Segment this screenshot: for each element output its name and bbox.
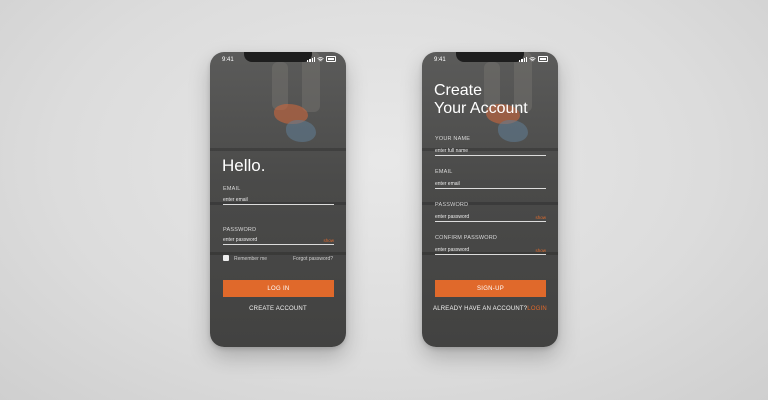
login-link[interactable]: LOGIN	[527, 306, 547, 312]
remember-me-checkbox[interactable]	[223, 255, 229, 261]
page-title: Create Your Account	[434, 82, 528, 118]
email-label: EMAIL	[223, 186, 241, 192]
email-label: EMAIL	[435, 169, 453, 175]
show-confirm-toggle[interactable]: show	[535, 248, 546, 253]
battery-icon	[326, 56, 336, 62]
confirm-password-placeholder: enter password	[435, 247, 470, 253]
wifi-icon	[317, 56, 324, 61]
signup-screen: 9:41 Create Your Account YOUR NAME enter…	[422, 52, 558, 347]
password-field[interactable]: enter password show	[435, 213, 546, 222]
signup-button[interactable]: SIGN-UP	[435, 280, 546, 297]
phone-notch	[244, 52, 312, 62]
title-line-2: Your Account	[434, 100, 528, 117]
login-prompt: ALREADY HAVE AN ACCOUNT?LOGIN	[422, 306, 558, 312]
name-placeholder: enter full name	[435, 148, 469, 154]
name-field[interactable]: enter full name	[435, 147, 546, 156]
email-placeholder: enter email	[435, 181, 460, 187]
status-time: 9:41	[222, 57, 234, 63]
password-field[interactable]: enter password show	[223, 236, 334, 245]
phone-notch	[456, 52, 524, 62]
email-field[interactable]: enter email	[223, 196, 334, 205]
create-account-link[interactable]: CREATE ACCOUNT	[210, 306, 346, 312]
login-screen: 9:41 Hello. EMAIL enter email PASSWORD e…	[210, 52, 346, 347]
signal-icon	[519, 56, 527, 62]
status-time: 9:41	[434, 57, 446, 63]
name-label: YOUR NAME	[435, 136, 471, 142]
password-placeholder: enter password	[435, 214, 470, 220]
password-placeholder: enter password	[223, 237, 258, 243]
show-password-toggle[interactable]: show	[535, 215, 546, 220]
battery-icon	[538, 56, 548, 62]
have-account-text: ALREADY HAVE AN ACCOUNT?	[433, 306, 528, 312]
page-title: Hello.	[222, 156, 266, 175]
password-label: PASSWORD	[435, 202, 469, 208]
show-password-toggle[interactable]: show	[323, 238, 334, 243]
email-placeholder: enter email	[223, 197, 248, 203]
password-label: PASSWORD	[223, 227, 257, 233]
forgot-password-link[interactable]: Forgot password?	[293, 256, 333, 262]
remember-me-label: Remember me	[234, 256, 268, 262]
login-button[interactable]: LOG IN	[223, 280, 334, 297]
email-field[interactable]: enter email	[435, 180, 546, 189]
signal-icon	[307, 56, 315, 62]
status-icons	[519, 56, 548, 62]
title-line-1: Create	[434, 82, 483, 99]
wifi-icon	[529, 56, 536, 61]
status-icons	[307, 56, 336, 62]
confirm-password-label: CONFIRM PASSWORD	[435, 235, 498, 241]
confirm-password-field[interactable]: enter password show	[435, 246, 546, 255]
